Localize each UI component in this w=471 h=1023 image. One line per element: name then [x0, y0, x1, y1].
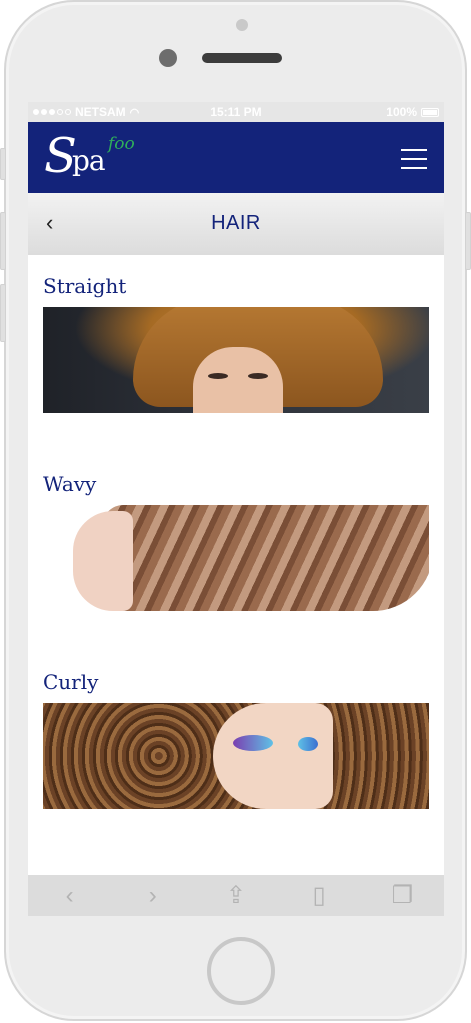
battery-percent: 100% [386, 105, 417, 119]
section-title-curly: Curly [43, 670, 99, 694]
page-title: HAIR [211, 212, 261, 234]
proximity-sensor [236, 19, 248, 31]
mute-switch [0, 148, 6, 180]
volume-down-button [0, 284, 6, 342]
phone-screen: NETSAM ◠ 15:11 PM 100% S pa foo ‹ HAIR S… [28, 102, 444, 916]
tabs-icon[interactable]: ❐ [382, 881, 422, 910]
earpiece-speaker [202, 53, 282, 63]
power-button [465, 212, 471, 270]
hamburger-menu-icon[interactable] [401, 149, 427, 169]
share-icon[interactable]: ⇪ [216, 881, 256, 910]
app-header: S pa foo [28, 122, 444, 193]
section-title-wavy: Wavy [43, 472, 97, 496]
sub-header: ‹ HAIR [28, 193, 444, 255]
status-right: 100% [386, 105, 439, 119]
home-button[interactable] [207, 937, 275, 1005]
status-bar: NETSAM ◠ 15:11 PM 100% [28, 102, 444, 122]
safari-toolbar: ‹ › ⇪ ▯ ❐ [28, 875, 444, 916]
status-time: 15:11 PM [210, 105, 262, 119]
curly-hair-image[interactable] [43, 703, 429, 809]
forward-arrow-icon[interactable]: › [133, 882, 173, 910]
logo-letters-foo: foo [108, 134, 135, 154]
spafoo-logo[interactable]: S pa foo [44, 128, 144, 186]
front-camera [159, 49, 177, 67]
wavy-hair-image[interactable] [43, 505, 429, 611]
category-list: Straight Wavy Curly [28, 255, 444, 875]
bookmarks-icon[interactable]: ▯ [299, 881, 339, 910]
battery-icon [421, 107, 439, 117]
section-title-straight: Straight [43, 274, 127, 298]
back-arrow-icon[interactable]: ‹ [50, 882, 90, 910]
volume-up-button [0, 212, 6, 270]
straight-hair-image[interactable] [43, 307, 429, 413]
logo-letters-pa: pa [72, 144, 106, 177]
